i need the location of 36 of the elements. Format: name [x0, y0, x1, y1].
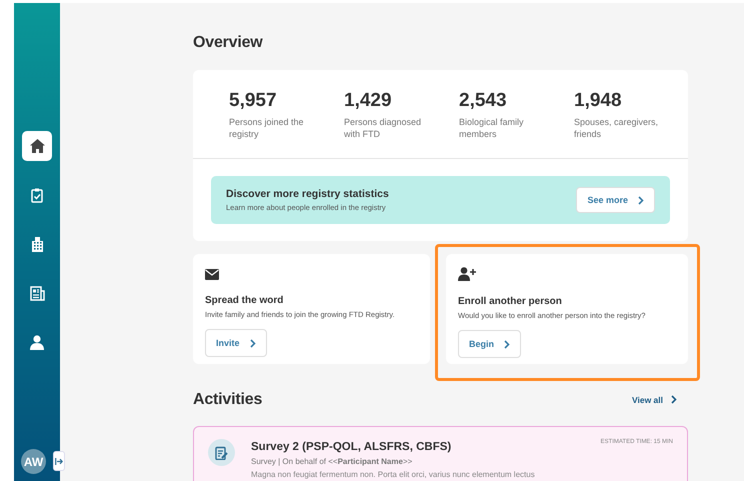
chevron-icon	[504, 340, 510, 348]
clipboard-check-icon	[31, 188, 43, 202]
stat-label: Spouses, caregivers, friends	[574, 116, 660, 140]
stat-value: 1,429	[344, 90, 393, 112]
see-more-button[interactable]: See more	[576, 187, 655, 213]
card-button[interactable]: Invite	[205, 329, 267, 357]
home-icon	[30, 139, 44, 153]
stat-label: Persons diagnosed with FTD	[344, 116, 422, 140]
user-avatar[interactable]: AW	[21, 449, 46, 474]
section-title: Activities	[193, 391, 262, 409]
stat-label: Persons joined the registry	[229, 116, 305, 140]
activity-description: Magna non feugiat fermentum non. Porta elit orci, varius nunc elementum lectus	[251, 470, 535, 479]
arrow-right-icon	[55, 458, 63, 464]
section-title: Overview	[193, 34, 264, 52]
activity-title: Survey 2 (PSP-QOL, ALSFRS, CBFS)	[251, 441, 452, 453]
stat-value: 1,948	[574, 90, 623, 112]
chevron-icon	[671, 395, 677, 404]
expand-sidebar-button[interactable]	[53, 451, 65, 471]
card-button[interactable]: Begin	[458, 330, 522, 358]
stat-value: 5,957	[229, 90, 278, 112]
card-title: Spread the word	[205, 295, 284, 306]
card-title: Enroll another person	[458, 296, 563, 307]
chevron-icon	[638, 196, 644, 204]
view-all-link[interactable]: View all	[632, 395, 677, 405]
envelope-icon	[205, 269, 219, 280]
person-icon	[30, 334, 44, 350]
newspaper-icon	[30, 286, 44, 300]
stat-value: 2,543	[459, 90, 508, 112]
stat-label: Biological family members	[459, 116, 525, 140]
hospital-icon	[30, 236, 44, 252]
nav-button[interactable]	[22, 131, 52, 161]
add-person-icon	[458, 267, 476, 281]
chevron-icon	[250, 338, 256, 348]
banner-title: Discover more registry statistics	[226, 188, 389, 200]
activity-meta: Survey | On behalf of <<Participant Name>>	[251, 457, 414, 466]
survey-icon	[208, 439, 235, 466]
